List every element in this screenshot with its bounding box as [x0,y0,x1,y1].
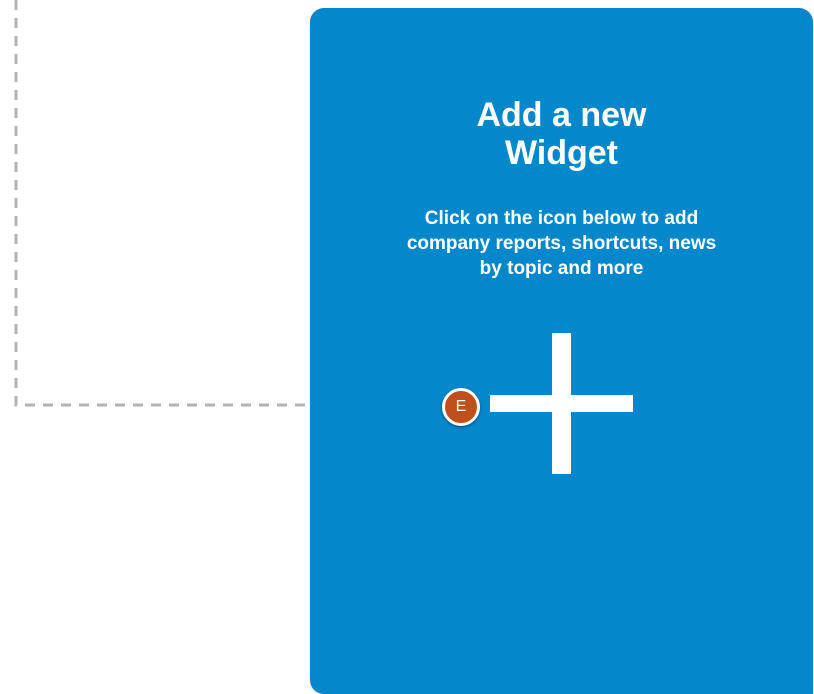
widget-title: Add a new Widget [310,96,813,172]
widget-description-line: Click on the icon below to add [424,208,699,229]
widget-description-line: by topic and more [479,258,644,279]
plus-icon-vertical-bar [552,333,571,474]
widget-title-line: Widget [504,134,618,172]
callout-marker-badge: E [442,388,480,426]
add-widget-card[interactable]: Add a new Widget Click on the icon below… [310,8,813,694]
widget-title-line: Add a new [476,96,647,134]
widget-description-line: company reports, shortcuts, news [406,233,717,254]
widget-description: Click on the icon below to add company r… [370,206,753,281]
add-widget-button[interactable] [490,333,633,474]
